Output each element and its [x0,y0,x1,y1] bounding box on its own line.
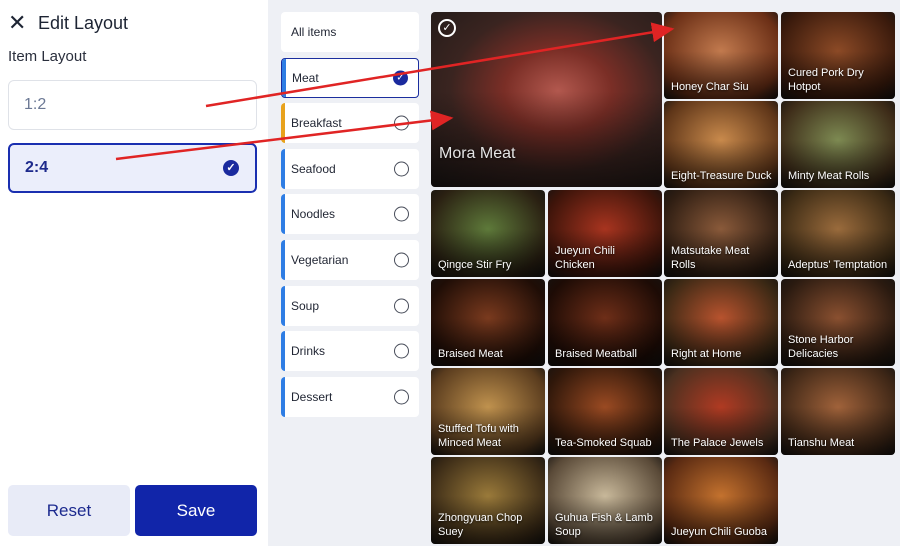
menu-item-tile[interactable]: Minty Meat Rolls [781,101,895,188]
save-button[interactable]: Save [135,485,257,536]
menu-item-tile[interactable]: Jueyun Chili Chicken [548,190,662,277]
menu-item-tile[interactable]: The Palace Jewels [664,368,778,455]
menu-item-label: Tea-Smoked Squab [555,437,652,449]
menu-item-label: Guhua Fish & Lamb Soup [555,512,653,538]
category-label: Seafood [291,161,336,176]
category-item[interactable]: Soup [281,285,419,326]
category-label: Noodles [291,207,336,222]
category-item[interactable]: Noodles [281,194,419,235]
menu-item-label: Stuffed Tofu with Minced Meat [438,423,519,449]
menu-item-tile[interactable]: Braised Meatball [548,279,662,366]
menu-item-grid: ✓ Mora Meat Honey Char Siu Cured Pork Dry H… [428,0,900,546]
layout-option-label: 2:4 [25,159,49,176]
category-item[interactable]: Breakfast [281,103,419,144]
layout-option-1-2[interactable]: 1:2 [8,80,257,130]
menu-item-tile[interactable]: Stuffed Tofu with Minced Meat [431,368,545,455]
category-label: Breakfast [291,116,342,131]
menu-item-label: Right at Home [671,348,742,360]
category-item[interactable]: All items [281,12,419,52]
menu-item-label: The Palace Jewels [671,437,764,449]
layout-settings-panel: ✕ Edit Layout Item Layout 1:2 2:4 ✓ Rese… [0,0,268,546]
menu-item-tile[interactable]: Tea-Smoked Squab [548,368,662,455]
menu-item-label: Qingce Stir Fry [438,259,512,271]
menu-item-tile[interactable]: Zhongyuan Chop Suey [431,457,545,544]
category-item[interactable]: Dessert [281,376,419,417]
category-item[interactable]: Vegetarian [281,240,419,280]
menu-item-tile[interactable]: Tianshu Meat [781,368,895,455]
menu-item-label: Braised Meatball [555,348,637,360]
panel-title: Edit Layout [38,12,129,33]
menu-item-tile[interactable]: Qingce Stir Fry [431,190,545,277]
menu-item-label: Adeptus' Temptation [788,259,888,271]
menu-item-label: Cured Pork Dry Hotpot [788,67,864,93]
panel-header: ✕ Edit Layout [8,12,128,34]
menu-item-label: Jueyun Chili Guoba [671,526,768,538]
category-item[interactable]: Seafood [281,148,419,189]
menu-item-tile[interactable]: Stone Harbor Delicacies [781,279,895,366]
menu-item-tile[interactable]: Eight-Treasure Duck [664,101,778,188]
featured-item-tile[interactable]: ✓ Mora Meat [431,12,662,187]
menu-item-label: Zhongyuan Chop Suey [438,512,523,538]
category-label: Meat [292,70,319,85]
edit-layout-screen: ✕ Edit Layout Item Layout 1:2 2:4 ✓ Rese… [0,0,900,546]
menu-item-label: Minty Meat Rolls [788,170,870,182]
category-list: All items Meat ✓ Breakfast Seafood Noodles Veg… [268,0,428,546]
menu-item-label: Braised Meat [438,348,503,360]
layout-option-2-4[interactable]: 2:4 ✓ [8,143,257,193]
menu-item-label: Jueyun Chili Chicken [555,245,615,271]
category-label: Vegetarian [291,253,349,267]
menu-item-tile[interactable]: Adeptus' Temptation [781,190,895,277]
menu-item-label: Stone Harbor Delicacies [788,334,854,360]
checkmark-icon: ✓ [223,160,239,176]
menu-item-label: Tianshu Meat [788,437,855,449]
menu-item-tile[interactable]: Right at Home [664,279,778,366]
menu-item-label: Honey Char Siu [671,81,749,93]
radio-unchecked-icon[interactable] [394,252,409,268]
close-icon[interactable]: ✕ [8,12,28,34]
radio-unchecked-icon[interactable] [394,389,409,405]
radio-unchecked-icon[interactable] [394,206,409,222]
category-item[interactable]: Meat ✓ [281,57,419,98]
category-label: Drinks [291,344,326,359]
radio-unchecked-icon[interactable] [394,343,409,359]
menu-item-tile[interactable]: Guhua Fish & Lamb Soup [548,457,662,544]
menu-item-tile[interactable]: Jueyun Chili Guoba [664,457,778,544]
menu-item-tile[interactable]: Honey Char Siu [664,12,778,99]
tile-shade [431,90,662,187]
radio-unchecked-icon[interactable] [394,115,409,131]
category-label: Dessert [291,389,333,404]
radio-unchecked-icon[interactable] [394,298,409,314]
check-circle-icon[interactable]: ✓ [438,19,456,37]
menu-item-tile[interactable]: Cured Pork Dry Hotpot [781,12,895,99]
category-item[interactable]: Drinks [281,331,419,372]
radio-unchecked-icon[interactable] [394,161,409,177]
menu-item-tile[interactable]: Braised Meat [431,279,545,366]
item-layout-label: Item Layout [8,48,87,65]
category-label: Soup [291,298,320,313]
menu-item-label: Matsutake Meat Rolls [671,245,750,271]
featured-item-label: Mora Meat [439,145,516,162]
radio-checked-icon[interactable]: ✓ [393,70,408,86]
layout-option-label: 1:2 [24,96,47,113]
menu-item-tile[interactable]: Matsutake Meat Rolls [664,190,778,277]
category-label: All items [291,25,337,39]
reset-button[interactable]: Reset [8,485,130,536]
menu-item-label: Eight-Treasure Duck [671,170,772,182]
